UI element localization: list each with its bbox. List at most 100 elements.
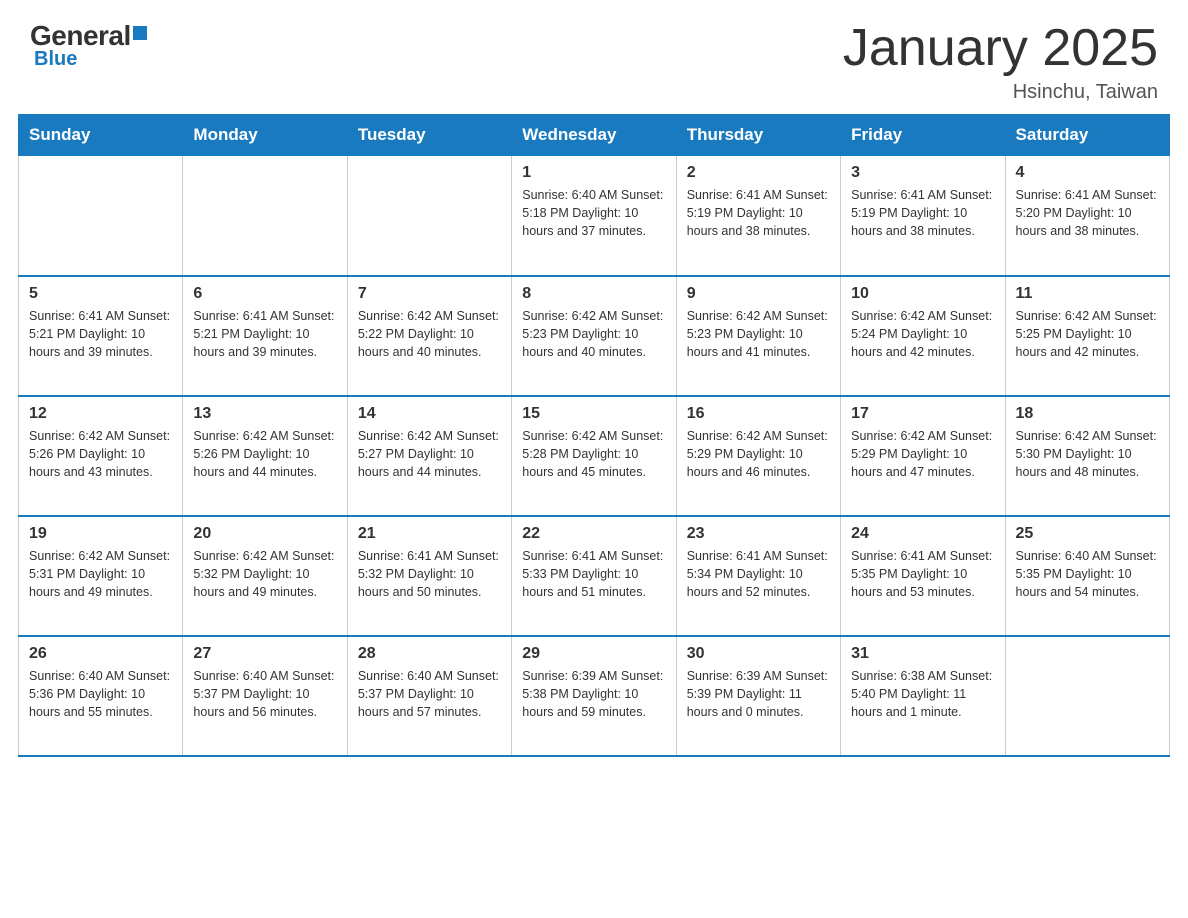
day-number: 20: [193, 525, 336, 543]
day-info: Sunrise: 6:42 AM Sunset: 5:25 PM Dayligh…: [1016, 307, 1159, 361]
calendar-cell: 10 Sunrise: 6:42 AM Sunset: 5:24 PM Dayli…: [841, 276, 1005, 396]
day-info: Sunrise: 6:42 AM Sunset: 5:26 PM Dayligh…: [193, 427, 336, 481]
calendar-cell: 2 Sunrise: 6:41 AM Sunset: 5:19 PM Daylig…: [676, 156, 840, 276]
column-header-thursday: Thursday: [676, 115, 840, 156]
day-number: 10: [851, 285, 994, 303]
day-number: 4: [1016, 164, 1159, 182]
day-number: 8: [522, 285, 665, 303]
day-info: Sunrise: 6:42 AM Sunset: 5:23 PM Dayligh…: [522, 307, 665, 361]
calendar-cell: 23 Sunrise: 6:41 AM Sunset: 5:34 PM Dayli…: [676, 516, 840, 636]
calendar-cell: 8 Sunrise: 6:42 AM Sunset: 5:23 PM Daylig…: [512, 276, 676, 396]
day-number: 27: [193, 645, 336, 663]
day-info: Sunrise: 6:42 AM Sunset: 5:22 PM Dayligh…: [358, 307, 501, 361]
calendar-week-row: 1 Sunrise: 6:40 AM Sunset: 5:18 PM Daylig…: [19, 156, 1170, 276]
day-number: 26: [29, 645, 172, 663]
calendar-cell: 3Sunrise: 6:41 AM Sunset: 5:19 PM Daylig…: [841, 156, 1005, 276]
calendar-cell: 11 Sunrise: 6:42 AM Sunset: 5:25 PM Dayli…: [1005, 276, 1169, 396]
calendar-cell: 4 Sunrise: 6:41 AM Sunset: 5:20 PM Daylig…: [1005, 156, 1169, 276]
day-info: Sunrise: 6:41 AM Sunset: 5:19 PM Dayligh…: [687, 186, 830, 240]
day-number: 11: [1016, 285, 1159, 303]
day-info: Sunrise: 6:41 AM Sunset: 5:33 PM Dayligh…: [522, 547, 665, 601]
day-info: Sunrise: 6:41 AM Sunset: 5:34 PM Dayligh…: [687, 547, 830, 601]
day-info: Sunrise: 6:41 AM Sunset: 5:19 PM Dayligh…: [851, 186, 994, 240]
logo: General Blue: [30, 20, 147, 71]
day-info: Sunrise: 6:41 AM Sunset: 5:21 PM Dayligh…: [29, 307, 172, 361]
day-info: Sunrise: 6:41 AM Sunset: 5:20 PM Dayligh…: [1016, 186, 1159, 240]
calendar-cell: 25Sunrise: 6:40 AM Sunset: 5:35 PM Dayli…: [1005, 516, 1169, 636]
page-title: January 2025: [843, 20, 1158, 77]
column-header-wednesday: Wednesday: [512, 115, 676, 156]
column-header-sunday: Sunday: [19, 115, 183, 156]
calendar-week-row: 5 Sunrise: 6:41 AM Sunset: 5:21 PM Daylig…: [19, 276, 1170, 396]
calendar-cell: [1005, 636, 1169, 756]
day-info: Sunrise: 6:42 AM Sunset: 5:28 PM Dayligh…: [522, 427, 665, 481]
day-info: Sunrise: 6:39 AM Sunset: 5:38 PM Dayligh…: [522, 667, 665, 721]
day-number: 1: [522, 164, 665, 182]
day-info: Sunrise: 6:42 AM Sunset: 5:32 PM Dayligh…: [193, 547, 336, 601]
title-section: January 2025 Hsinchu, Taiwan: [843, 20, 1158, 104]
column-header-friday: Friday: [841, 115, 1005, 156]
day-info: Sunrise: 6:40 AM Sunset: 5:35 PM Dayligh…: [1016, 547, 1159, 601]
calendar-cell: 24 Sunrise: 6:41 AM Sunset: 5:35 PM Dayli…: [841, 516, 1005, 636]
day-info: Sunrise: 6:41 AM Sunset: 5:21 PM Dayligh…: [193, 307, 336, 361]
day-number: 17: [851, 405, 994, 423]
day-number: 19: [29, 525, 172, 543]
logo-triangle-icon: [133, 26, 147, 40]
day-number: 24: [851, 525, 994, 543]
calendar-cell: 12Sunrise: 6:42 AM Sunset: 5:26 PM Dayli…: [19, 396, 183, 516]
day-info: Sunrise: 6:42 AM Sunset: 5:27 PM Dayligh…: [358, 427, 501, 481]
day-number: 14: [358, 405, 501, 423]
day-number: 23: [687, 525, 830, 543]
calendar-cell: 9Sunrise: 6:42 AM Sunset: 5:23 PM Daylig…: [676, 276, 840, 396]
day-number: 18: [1016, 405, 1159, 423]
day-number: 2: [687, 164, 830, 182]
calendar-cell: 1 Sunrise: 6:40 AM Sunset: 5:18 PM Daylig…: [512, 156, 676, 276]
calendar-container: SundayMondayTuesdayWednesdayThursdayFrid…: [0, 114, 1188, 775]
calendar-week-row: 19 Sunrise: 6:42 AM Sunset: 5:31 PM Dayli…: [19, 516, 1170, 636]
calendar-week-row: 12Sunrise: 6:42 AM Sunset: 5:26 PM Dayli…: [19, 396, 1170, 516]
page-subtitle: Hsinchu, Taiwan: [843, 81, 1158, 104]
calendar-header-row: SundayMondayTuesdayWednesdayThursdayFrid…: [19, 115, 1170, 156]
calendar-cell: 5 Sunrise: 6:41 AM Sunset: 5:21 PM Daylig…: [19, 276, 183, 396]
calendar-cell: 26Sunrise: 6:40 AM Sunset: 5:36 PM Dayli…: [19, 636, 183, 756]
logo-blue-label: Blue: [34, 48, 77, 71]
day-number: 13: [193, 405, 336, 423]
column-header-monday: Monday: [183, 115, 347, 156]
day-info: Sunrise: 6:39 AM Sunset: 5:39 PM Dayligh…: [687, 667, 830, 721]
day-info: Sunrise: 6:42 AM Sunset: 5:31 PM Dayligh…: [29, 547, 172, 601]
day-number: 6: [193, 285, 336, 303]
day-info: Sunrise: 6:40 AM Sunset: 5:37 PM Dayligh…: [358, 667, 501, 721]
calendar-cell: 13 Sunrise: 6:42 AM Sunset: 5:26 PM Dayli…: [183, 396, 347, 516]
day-info: Sunrise: 6:41 AM Sunset: 5:35 PM Dayligh…: [851, 547, 994, 601]
day-number: 22: [522, 525, 665, 543]
calendar-cell: 20 Sunrise: 6:42 AM Sunset: 5:32 PM Dayli…: [183, 516, 347, 636]
calendar-cell: 19 Sunrise: 6:42 AM Sunset: 5:31 PM Dayli…: [19, 516, 183, 636]
day-info: Sunrise: 6:42 AM Sunset: 5:29 PM Dayligh…: [851, 427, 994, 481]
day-number: 9: [687, 285, 830, 303]
calendar-cell: [347, 156, 511, 276]
calendar-cell: 28 Sunrise: 6:40 AM Sunset: 5:37 PM Dayli…: [347, 636, 511, 756]
calendar-cell: 18 Sunrise: 6:42 AM Sunset: 5:30 PM Dayli…: [1005, 396, 1169, 516]
day-number: 29: [522, 645, 665, 663]
day-info: Sunrise: 6:38 AM Sunset: 5:40 PM Dayligh…: [851, 667, 994, 721]
day-number: 31: [851, 645, 994, 663]
calendar-cell: 22 Sunrise: 6:41 AM Sunset: 5:33 PM Dayli…: [512, 516, 676, 636]
day-number: 5: [29, 285, 172, 303]
calendar-cell: [19, 156, 183, 276]
calendar-week-row: 26Sunrise: 6:40 AM Sunset: 5:36 PM Dayli…: [19, 636, 1170, 756]
day-info: Sunrise: 6:42 AM Sunset: 5:24 PM Dayligh…: [851, 307, 994, 361]
day-number: 7: [358, 285, 501, 303]
day-info: Sunrise: 6:42 AM Sunset: 5:30 PM Dayligh…: [1016, 427, 1159, 481]
day-number: 21: [358, 525, 501, 543]
day-info: Sunrise: 6:40 AM Sunset: 5:18 PM Dayligh…: [522, 186, 665, 240]
day-info: Sunrise: 6:42 AM Sunset: 5:26 PM Dayligh…: [29, 427, 172, 481]
column-header-saturday: Saturday: [1005, 115, 1169, 156]
calendar-cell: 31 Sunrise: 6:38 AM Sunset: 5:40 PM Dayli…: [841, 636, 1005, 756]
day-info: Sunrise: 6:41 AM Sunset: 5:32 PM Dayligh…: [358, 547, 501, 601]
calendar-table: SundayMondayTuesdayWednesdayThursdayFrid…: [18, 114, 1170, 757]
day-number: 28: [358, 645, 501, 663]
column-header-tuesday: Tuesday: [347, 115, 511, 156]
calendar-cell: 7 Sunrise: 6:42 AM Sunset: 5:22 PM Daylig…: [347, 276, 511, 396]
calendar-cell: 29 Sunrise: 6:39 AM Sunset: 5:38 PM Dayli…: [512, 636, 676, 756]
day-number: 15: [522, 405, 665, 423]
